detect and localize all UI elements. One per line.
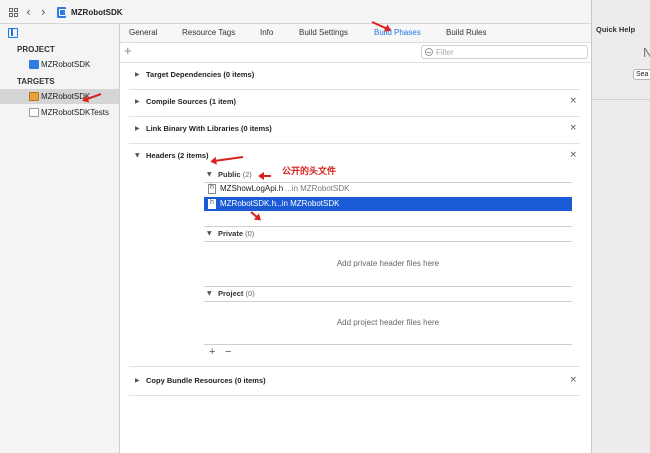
phase-title: Link Binary With Libraries (0 items)	[146, 124, 272, 133]
section-name: Private	[218, 229, 244, 238]
divider	[204, 344, 572, 345]
tab-build-settings[interactable]: Build Settings	[299, 28, 348, 37]
annotation-public-headers-label: 公开的头文件	[282, 166, 337, 176]
disclosure-triangle-icon[interactable]: ▶	[135, 98, 140, 105]
tab-general[interactable]: General	[129, 28, 157, 37]
delete-phase-icon[interactable]: ×	[569, 150, 577, 160]
sidebar-item-project[interactable]: MZRobotSDK	[0, 57, 119, 72]
phase-link-binary[interactable]: ▶ Link Binary With Libraries (0 items) ×	[129, 123, 580, 144]
sidebar-item-label: MZRobotSDKTests	[41, 108, 110, 117]
forward-chevron-icon[interactable]: ›	[41, 5, 46, 19]
header-file-row-selected[interactable]: MZRobotSDK.h ...in MZRobotSDK	[204, 197, 572, 211]
phase-toolbar: + Filter	[120, 43, 591, 63]
project-headers-placeholder: Add project header files here	[336, 318, 440, 327]
private-headers-placeholder: Add private header files here	[336, 259, 440, 268]
section-title: Private (0)	[218, 229, 254, 238]
related-items-grid-icon[interactable]	[9, 8, 18, 17]
sidebar-item-label: MZRobotSDK	[41, 60, 91, 69]
project-header: PROJECT	[17, 45, 55, 54]
section-count: (0)	[245, 289, 255, 298]
phase-copy-bundle-resources[interactable]: ▶ Copy Bundle Resources (0 items) ×	[129, 375, 580, 396]
filter-icon	[425, 48, 433, 56]
jump-bar: ‹ › MZRobotSDK	[0, 0, 591, 24]
section-title: Project (0)	[218, 289, 255, 298]
disclosure-triangle-icon[interactable]: ▶	[135, 71, 140, 78]
tab-build-rules[interactable]: Build Rules	[446, 28, 486, 37]
annotation-arrow	[261, 175, 271, 177]
divider	[204, 301, 572, 302]
file-location: ...in MZRobotSDK	[275, 199, 340, 208]
disclosure-triangle-icon[interactable]: ▼	[207, 171, 212, 178]
add-header-button[interactable]: +	[209, 346, 215, 358]
section-name: Public	[218, 170, 241, 179]
delete-phase-icon[interactable]: ×	[569, 375, 577, 385]
remove-header-button[interactable]: −	[225, 346, 231, 358]
divider	[204, 286, 572, 287]
headers-project-section[interactable]: ▼ Project (0)	[204, 289, 572, 301]
targets-header: TARGETS	[17, 77, 55, 86]
disclosure-triangle-icon[interactable]: ▼	[207, 230, 212, 237]
divider	[204, 226, 572, 227]
file-location: ...in MZRobotSDK	[285, 184, 350, 193]
build-phases-editor: General Resource Tags Info Build Setting…	[120, 24, 591, 453]
sidebar-item-target-tests[interactable]: MZRobotSDKTests	[0, 105, 119, 120]
project-icon	[29, 60, 39, 69]
no-selection-text: N	[643, 45, 650, 60]
project-icon	[57, 7, 66, 18]
quick-help-title: Quick Help	[596, 25, 636, 34]
disclosure-triangle-icon[interactable]: ▶	[135, 125, 140, 132]
add-build-phase-button[interactable]: +	[124, 43, 132, 58]
headers-private-section[interactable]: ▼ Private (0)	[204, 229, 572, 241]
file-name: MZRobotSDK.h	[220, 199, 277, 208]
editor-tab-bar: General Resource Tags Info Build Setting…	[120, 24, 591, 43]
sidebar-toggle-icon[interactable]	[8, 28, 18, 38]
back-chevron-icon[interactable]: ‹	[26, 5, 31, 19]
phase-target-dependencies[interactable]: ▶ Target Dependencies (0 items)	[129, 70, 580, 90]
inspector-header	[592, 0, 650, 100]
quick-help-inspector: Quick Help N Sea	[591, 0, 650, 453]
filter-field[interactable]: Filter	[421, 45, 588, 59]
phase-title: Target Dependencies (0 items)	[146, 70, 255, 79]
tab-info[interactable]: Info	[260, 28, 273, 37]
sidebar-item-target-mzrobotsdk[interactable]: MZRobotSDK	[0, 89, 119, 104]
delete-phase-icon[interactable]: ×	[569, 96, 577, 106]
phase-title: Compile Sources (1 item)	[146, 97, 237, 106]
section-count: (2)	[242, 170, 252, 179]
test-bundle-icon	[29, 108, 39, 117]
section-name: Project	[218, 289, 244, 298]
phase-compile-sources[interactable]: ▶ Compile Sources (1 item) ×	[129, 96, 580, 117]
divider	[204, 241, 572, 242]
file-name: MZShowLogApi.h	[220, 184, 284, 193]
section-title: Public (2)	[218, 170, 252, 179]
disclosure-triangle-icon[interactable]: ▼	[135, 152, 140, 159]
phase-title: Headers (2 items)	[146, 151, 209, 160]
tab-build-phases[interactable]: Build Phases	[374, 28, 421, 37]
phase-title: Copy Bundle Resources (0 items)	[146, 376, 266, 385]
disclosure-triangle-icon[interactable]: ▶	[135, 377, 140, 384]
header-file-icon	[208, 199, 216, 209]
project-targets-sidebar: PROJECT MZRobotSDK TARGETS MZRobotSDK MZ…	[0, 24, 120, 453]
tab-resource-tags[interactable]: Resource Tags	[182, 28, 235, 37]
framework-target-icon	[29, 92, 39, 101]
breadcrumb-project[interactable]: MZRobotSDK	[71, 8, 123, 17]
filter-placeholder: Filter	[436, 48, 454, 57]
disclosure-triangle-icon[interactable]: ▼	[207, 290, 212, 297]
header-file-icon	[208, 184, 216, 194]
section-count: (0)	[245, 229, 255, 238]
header-file-row[interactable]: MZShowLogApi.h ...in MZRobotSDK	[204, 182, 572, 196]
delete-phase-icon[interactable]: ×	[569, 123, 577, 133]
search-documentation-button[interactable]: Sea	[633, 69, 650, 80]
